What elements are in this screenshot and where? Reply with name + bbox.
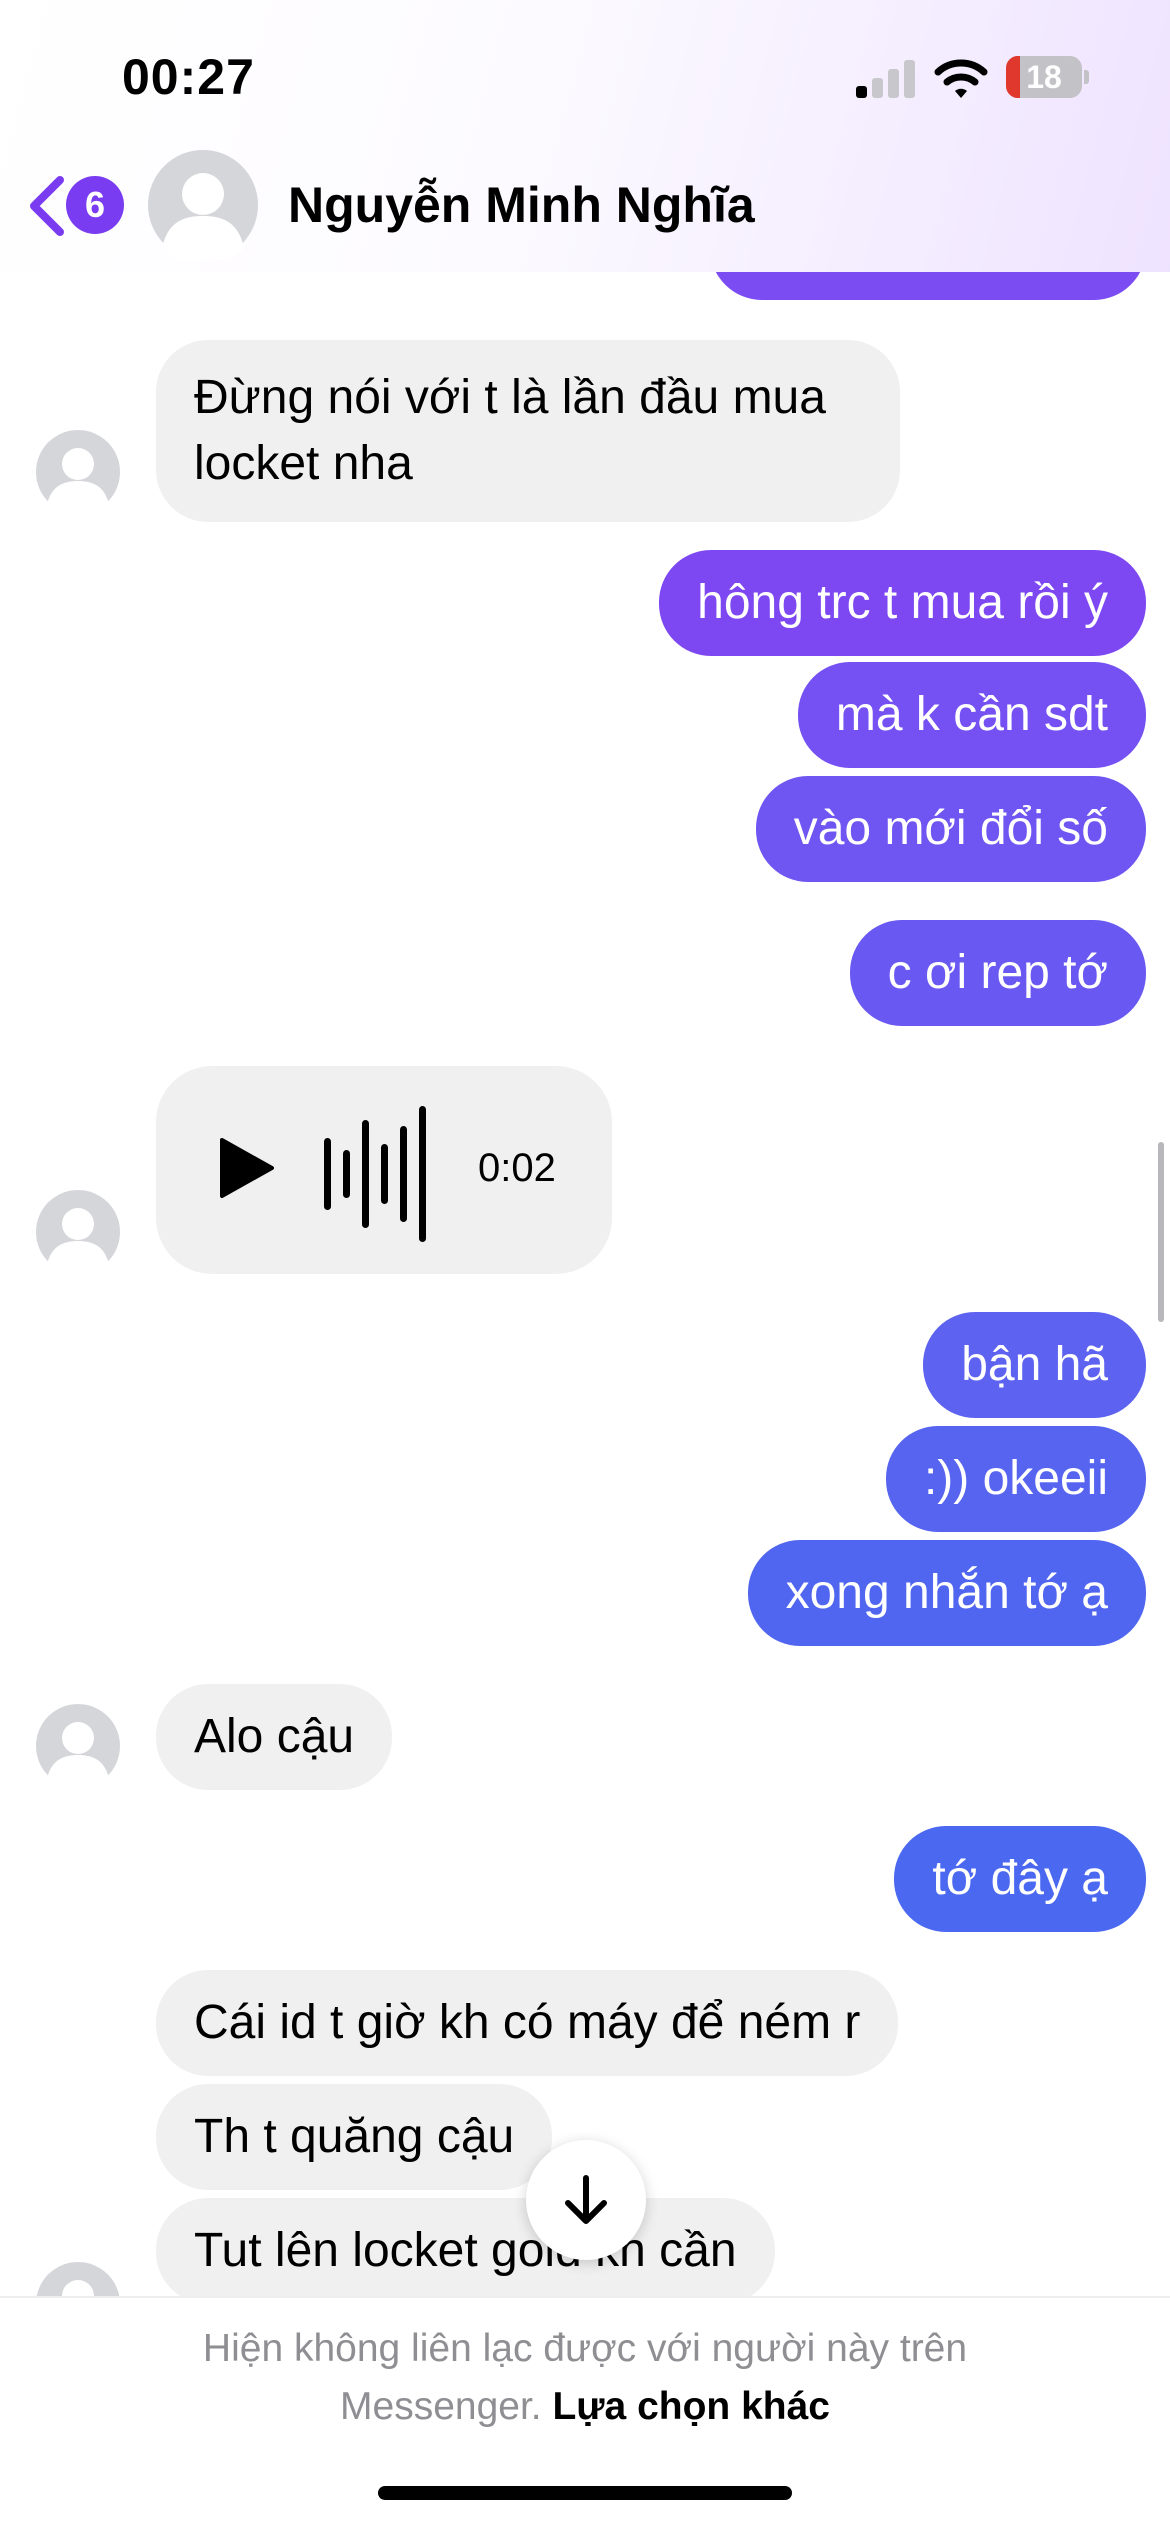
voice-message[interactable]: 0:02 bbox=[156, 1066, 612, 1274]
message-outgoing[interactable]: bận hã bbox=[923, 1312, 1146, 1418]
message-outgoing[interactable]: c ơi rep tớ bbox=[849, 920, 1146, 1026]
message-incoming[interactable]: Cái id t giờ kh có máy để ném r bbox=[156, 1970, 899, 2076]
message-outgoing[interactable]: vào mới đổi số bbox=[755, 776, 1146, 882]
battery-icon: 18 bbox=[1006, 56, 1089, 98]
unavailable-notice: Hiện không liên lạc được với người này t… bbox=[100, 2320, 1070, 2436]
arrow-down-icon bbox=[565, 2175, 607, 2224]
message-incoming[interactable]: Đừng nói với t là lần đầu mua locket nha bbox=[156, 340, 900, 522]
message-outgoing[interactable]: xong nhắn tớ ạ bbox=[747, 1540, 1146, 1646]
message-outgoing[interactable]: mà k cần sdt bbox=[797, 662, 1146, 768]
unread-count-badge: 6 bbox=[66, 176, 124, 234]
message-outgoing-partial[interactable] bbox=[710, 272, 1146, 300]
message-outgoing[interactable]: tớ đây ạ bbox=[894, 1826, 1146, 1932]
contact-name[interactable]: Nguyễn Minh Nghĩa bbox=[288, 176, 755, 234]
scroll-indicator[interactable] bbox=[1158, 1142, 1164, 1322]
other-options-link[interactable]: Lựa chọn khác bbox=[552, 2385, 829, 2428]
scroll-to-bottom-button[interactable] bbox=[526, 2140, 646, 2260]
battery-level: 18 bbox=[1026, 59, 1062, 95]
home-indicator[interactable] bbox=[378, 2486, 792, 2500]
message-incoming[interactable]: Th t quăng cậu bbox=[156, 2084, 553, 2190]
status-bar: 00:27 18 bbox=[0, 0, 1170, 140]
chevron-left-icon bbox=[30, 176, 64, 236]
status-time: 00:27 bbox=[122, 49, 255, 105]
waveform-icon bbox=[324, 1106, 426, 1242]
message-outgoing[interactable]: hông trc t mua rồi ý bbox=[659, 550, 1146, 656]
message-outgoing[interactable]: :)) okeeii bbox=[885, 1426, 1146, 1532]
back-button[interactable]: 6 bbox=[24, 168, 134, 244]
sender-avatar bbox=[36, 1190, 120, 1274]
contact-avatar[interactable] bbox=[148, 150, 258, 260]
message-incoming[interactable]: Alo cậu bbox=[156, 1684, 393, 1790]
voice-duration: 0:02 bbox=[478, 1146, 556, 1190]
sender-avatar bbox=[36, 1704, 120, 1788]
message-list[interactable]: Đừng nói với t là lần đầu mua locket nha… bbox=[0, 272, 1170, 2296]
wifi-icon bbox=[934, 59, 988, 98]
sender-avatar bbox=[36, 2262, 120, 2296]
message-incoming[interactable]: Tut lên locket gold kh cần bbox=[156, 2198, 775, 2296]
cellular-signal-icon bbox=[856, 60, 916, 98]
play-icon[interactable] bbox=[218, 1136, 276, 1200]
sender-avatar bbox=[36, 430, 120, 514]
